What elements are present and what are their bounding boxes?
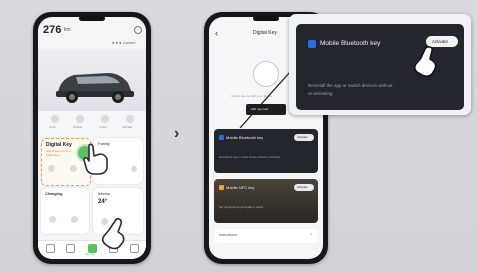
plug-icon (71, 216, 78, 223)
tab-label-mycar: My Car (85, 252, 95, 256)
digital-key-sub2: Share key (46, 153, 60, 157)
share-icon (70, 165, 77, 172)
zoom-callout: Mobile Bluetooth key Activate Reinstall … (289, 14, 471, 115)
bt-activate-button[interactable]: Activate (294, 134, 314, 141)
step-arrow: › (174, 125, 180, 142)
range-value: 276 (43, 24, 62, 36)
interior-value: 24° (98, 199, 108, 205)
range-unit: km (64, 27, 71, 33)
phone-left-screen: 276 km ● ● ● Locked Lock Unlock Trunk Cl… (38, 17, 146, 259)
climate-icon[interactable] (126, 115, 134, 123)
shortcut-row: Lock Unlock Trunk Climate (42, 113, 142, 133)
car-illustration (56, 73, 134, 103)
bt-key-label: Mobile Bluetooth key (226, 135, 264, 140)
bluetooth-icon (219, 135, 224, 140)
unlock-icon[interactable] (76, 115, 84, 123)
nfc-icon (219, 185, 224, 190)
nfc-activate-label: Activate (297, 185, 308, 189)
nfc-key-label: Mobile NFC key (226, 185, 255, 190)
popup-bluetooth-icon (308, 40, 316, 48)
car-image (38, 49, 146, 111)
hand-pointer-icon (83, 143, 108, 175)
lock-icon[interactable] (51, 115, 59, 123)
shortcut-label-unlock: Unlock (73, 125, 83, 129)
settings-icon[interactable] (134, 26, 142, 34)
charging-card[interactable]: Charging — (41, 188, 89, 234)
bt-desc: Reinstall the app or switch devices with… (219, 156, 281, 159)
charging-sub: — (45, 197, 48, 201)
me-tab-icon[interactable] (130, 244, 139, 253)
back-icon[interactable]: ‹ (215, 29, 218, 38)
popup-title: Mobile Bluetooth key (320, 40, 381, 47)
trunk-icon[interactable] (101, 115, 109, 123)
shortcut-label-trunk: Trunk (99, 125, 107, 129)
instructions-chevron: › (310, 232, 312, 238)
shortcut-label-climate: Climate (122, 125, 133, 129)
instructions-label: Instructions (219, 233, 237, 237)
phone-notch-2 (253, 16, 279, 21)
phone-notch (79, 16, 105, 21)
popup-desc-1: Reinstall the app or switch devices with… (308, 83, 393, 88)
map-tab-icon[interactable] (66, 244, 75, 253)
key-icon (48, 165, 55, 172)
popup-desc-2: re-activating (308, 91, 333, 96)
tab-bar: My Car (38, 240, 146, 259)
home-tab-icon[interactable] (46, 244, 55, 253)
nfc-key-card[interactable]: Mobile NFC key Activate Tap your phone o… (214, 179, 318, 223)
bt-activate-label: Activate (297, 135, 308, 139)
digital-key-title: Digital Key (46, 142, 72, 148)
charging-label: Charging (45, 191, 63, 196)
page-title: Digital Key (253, 30, 277, 36)
interior-label: Interior (98, 191, 111, 196)
phone-left: 276 km ● ● ● Locked Lock Unlock Trunk Cl… (33, 12, 151, 264)
nfc-desc: Tap your phone on the B-pillar to unlock (219, 206, 264, 209)
family-icon (131, 166, 137, 172)
popup-hand-pointer-icon (413, 45, 437, 78)
nfc-activate-button[interactable]: Activate (294, 184, 314, 191)
bluetooth-key-card[interactable]: Mobile Bluetooth key Activate Reinstall … (214, 129, 318, 173)
shortcut-label-lock: Lock (49, 125, 56, 129)
status-text: ● ● ● Locked (112, 40, 136, 45)
hand-pointer-icon-2 (101, 217, 125, 250)
charge-icon (49, 216, 56, 223)
instructions-row[interactable]: Instructions › (214, 229, 318, 243)
